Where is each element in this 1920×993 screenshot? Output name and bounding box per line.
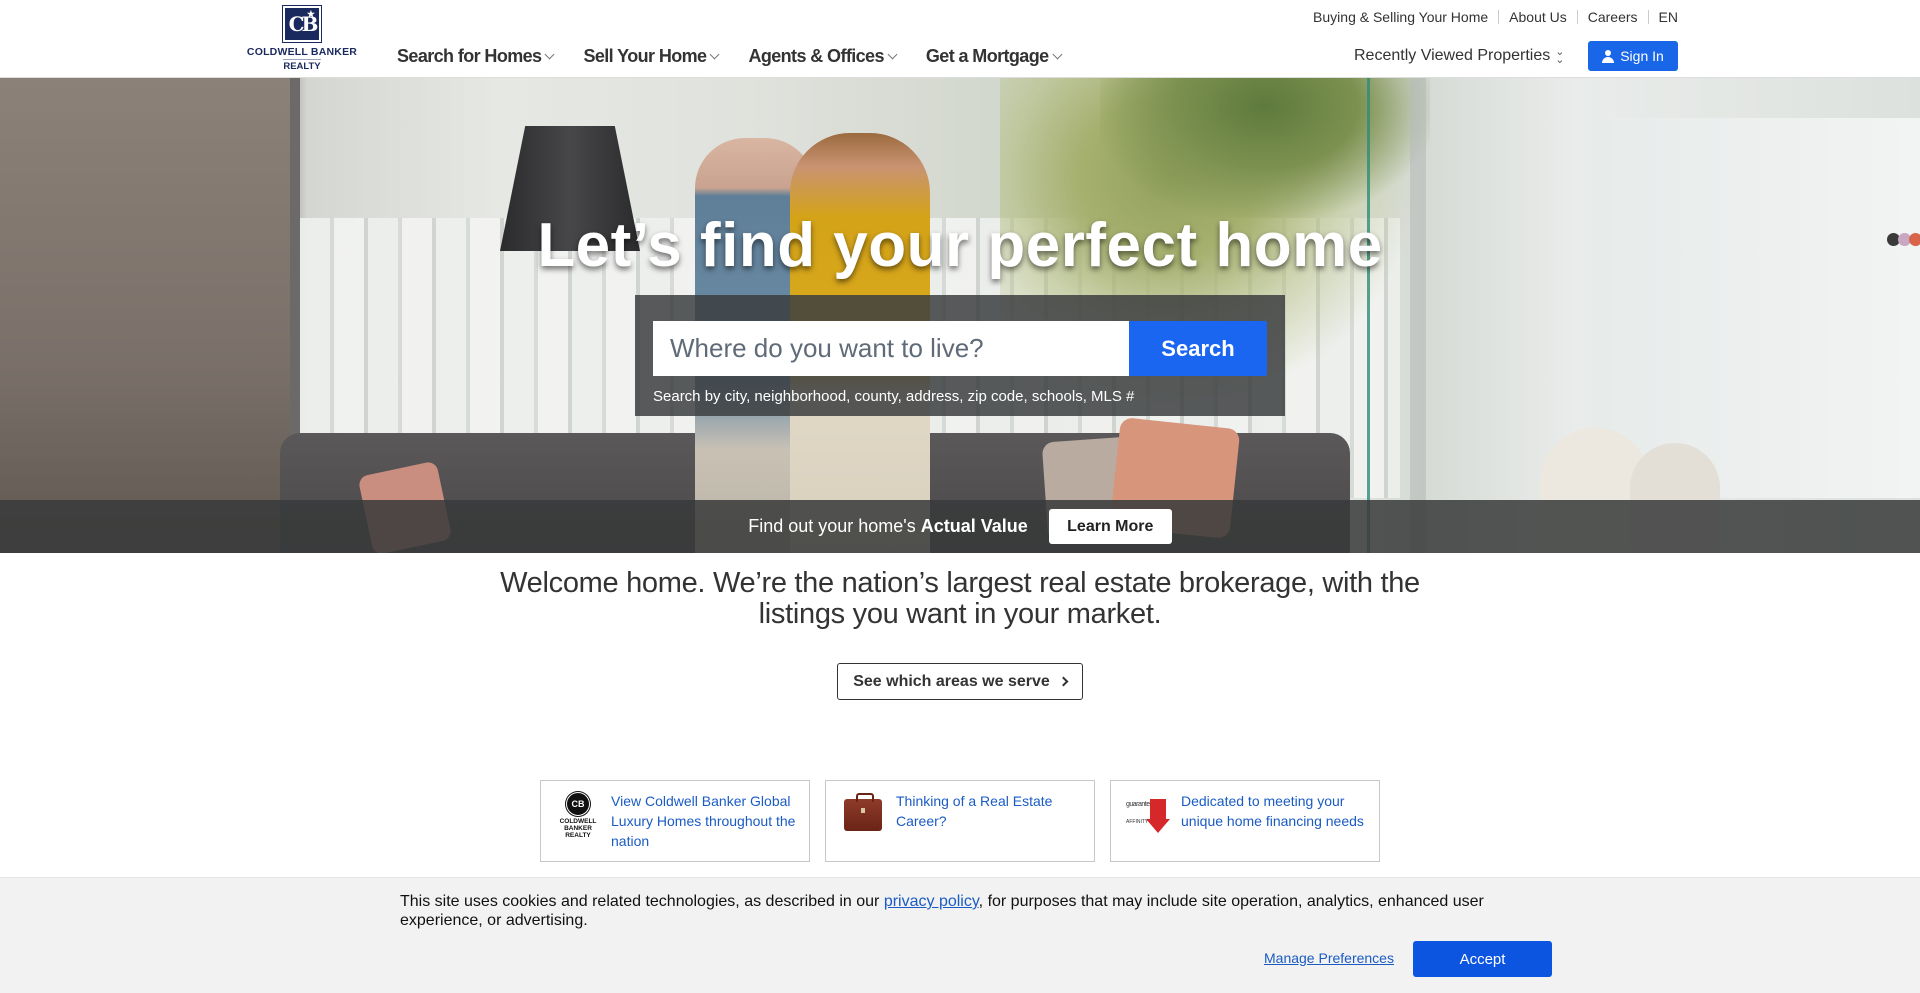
promo-cards: CB COLDWELL BANKER REALTY View Coldwell … (540, 780, 1380, 862)
double-chevron-down-icon: ⌄ ⌄ (1555, 46, 1565, 66)
logo-text: AFFINITY (1126, 819, 1149, 825)
promo-card-text: View Coldwell Banker Global Luxury Homes… (611, 793, 796, 849)
promo-card-global-luxury[interactable]: CB COLDWELL BANKER REALTY View Coldwell … (540, 780, 810, 862)
hero-bg-wall (0, 78, 290, 553)
welcome-message: Welcome home. We’re the nation’s largest… (0, 568, 1920, 630)
global-luxury-logo: CB COLDWELL BANKER REALTY (555, 791, 601, 851)
hero-bg-wall-right (1600, 118, 1920, 498)
briefcase-icon (844, 793, 882, 831)
see-areas-button[interactable]: See which areas we serve (837, 663, 1083, 700)
star-icon: ★ (306, 10, 315, 20)
logo-text: COLDWELL BANKER REALTY (559, 818, 597, 839)
promo-card-text: Dedicated to meeting your unique home fi… (1181, 793, 1364, 829)
hero-bg-glass (1410, 78, 1426, 553)
hero-title: Let’s find your perfect home (537, 211, 1383, 280)
divider (1576, 10, 1578, 24)
util-link-buying-selling[interactable]: Buying & Selling Your Home (1313, 9, 1488, 25)
logo-name: COLDWELL BANKER (246, 46, 358, 58)
hero-bg-glass (1367, 78, 1370, 553)
nav-label: Agents & Offices (748, 46, 884, 66)
home-value-emphasis: Actual Value (920, 516, 1028, 536)
site-header: CB ★ COLDWELL BANKER REALTY Search for H… (0, 0, 1920, 78)
nav-get-a-mortgage[interactable]: Get a Mortgage (925, 46, 1062, 67)
chevron-down-icon (545, 49, 555, 60)
chevron-down-icon (710, 49, 720, 60)
recently-viewed-label: Recently Viewed Properties (1354, 47, 1551, 64)
search-button[interactable]: Search (1129, 321, 1267, 376)
home-value-text: Find out your home's Actual Value (748, 516, 1028, 537)
main-nav: Search for Homes Sell Your Home Agents &… (397, 46, 1091, 67)
chevron-right-icon (1058, 676, 1069, 687)
hero-bg-trees (1100, 78, 1430, 218)
search-panel: Search Search by city, neighborhood, cou… (635, 295, 1285, 416)
logo-sub: REALTY (283, 59, 321, 72)
learn-more-button[interactable]: Learn More (1048, 509, 1172, 544)
recently-viewed-dropdown[interactable]: Recently Viewed Properties ⌄ ⌄ (1354, 46, 1565, 66)
util-link-careers[interactable]: Careers (1588, 9, 1638, 25)
chevron-down-icon (1052, 49, 1062, 60)
chevron-down-icon (887, 49, 898, 60)
hero-section: Let’s find your perfect home Search Sear… (0, 78, 1920, 553)
cb-logo-mark: CB ★ (282, 5, 322, 43)
cookie-banner: This site uses cookies and related techn… (0, 877, 1920, 993)
nav-label: Get a Mortgage (925, 46, 1049, 66)
welcome-line: listings you want in your market. (758, 598, 1162, 630)
home-value-prefix: Find out your home's (748, 516, 921, 536)
user-icon (1602, 49, 1615, 63)
see-areas-label: See which areas we serve (853, 672, 1050, 690)
location-search-input[interactable] (653, 321, 1129, 376)
promo-card-text: Thinking of a Real Estate Career? (896, 793, 1053, 829)
promo-card-financing[interactable]: guaranteed AFFINITY Dedicated to meeting… (1110, 780, 1380, 862)
manage-preferences-link[interactable]: Manage Preferences (1264, 950, 1394, 966)
sign-in-button[interactable]: Sign In (1588, 41, 1678, 71)
promo-card-careers[interactable]: Thinking of a Real Estate Career? (825, 780, 1095, 862)
rate-block-icon (1150, 799, 1166, 819)
briefcase-icon-wrap (840, 791, 886, 851)
search-hint: Search by city, neighborhood, county, ad… (653, 388, 1135, 405)
nav-agents-offices[interactable]: Agents & Offices (748, 46, 898, 67)
divider (1647, 10, 1649, 24)
welcome-line: Welcome home. We’re the nation’s largest… (500, 567, 1420, 599)
utility-nav: Buying & Selling Your Home About Us Care… (1313, 9, 1678, 25)
home-value-bar: Find out your home's Actual Value Learn … (0, 500, 1920, 553)
down-arrow-icon (1146, 819, 1170, 833)
nav-label: Search for Homes (397, 46, 542, 66)
site-logo[interactable]: CB ★ COLDWELL BANKER REALTY (246, 5, 358, 72)
sign-in-label: Sign In (1620, 48, 1664, 64)
nav-sell-your-home[interactable]: Sell Your Home (583, 46, 720, 67)
nav-label: Sell Your Home (583, 46, 707, 66)
cb-round-logo-icon: CB (567, 793, 589, 815)
nav-search-for-homes[interactable]: Search for Homes (397, 46, 555, 67)
cookie-text: This site uses cookies and related techn… (400, 893, 884, 910)
guaranteed-rate-logo: guaranteed AFFINITY (1125, 791, 1171, 851)
privacy-policy-link[interactable]: privacy policy (884, 893, 979, 910)
util-link-about-us[interactable]: About Us (1509, 9, 1567, 25)
accept-cookies-button[interactable]: Accept (1413, 941, 1552, 977)
language-selector[interactable]: EN (1659, 9, 1678, 25)
cookie-message: This site uses cookies and related techn… (400, 892, 1510, 930)
divider (1498, 10, 1500, 24)
